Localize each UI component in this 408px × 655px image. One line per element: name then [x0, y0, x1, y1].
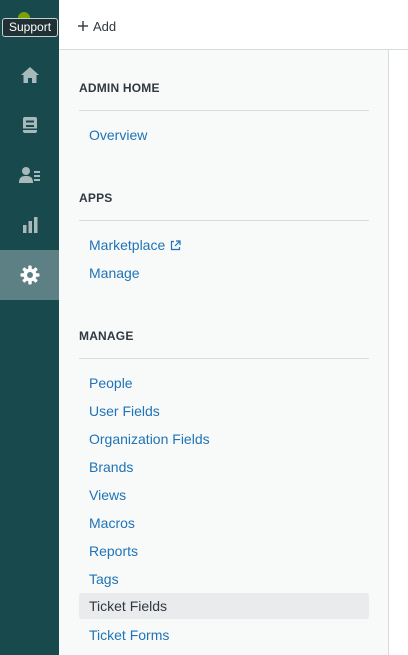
nav-item-marketplace[interactable]: Marketplace — [79, 232, 369, 258]
top-bar: Add — [59, 0, 408, 50]
nav-item-organization-fields[interactable]: Organization Fields — [79, 426, 369, 452]
divider — [79, 358, 369, 359]
admin-nav-panel: ADMIN HOME Overview APPS Marketplace Man… — [59, 50, 389, 655]
nav-item-people[interactable]: People — [79, 370, 369, 396]
section-title-manage: MANAGE — [79, 329, 134, 343]
divider — [79, 220, 369, 221]
support-tooltip: Support — [2, 18, 59, 37]
nav-item-label: Marketplace — [89, 237, 166, 253]
admin-gear-icon — [20, 265, 39, 285]
add-button[interactable]: Add — [78, 16, 116, 36]
rail-home-button[interactable] — [0, 50, 59, 100]
rail-reporting-button[interactable] — [0, 200, 59, 250]
nav-item-brands[interactable]: Brands — [79, 454, 369, 480]
section-title-admin-home: ADMIN HOME — [79, 81, 160, 95]
nav-item-ticket-fields[interactable]: Ticket Fields — [79, 593, 369, 619]
home-icon — [20, 67, 39, 83]
plus-icon — [78, 21, 88, 31]
nav-item-user-fields[interactable]: User Fields — [79, 398, 369, 424]
customers-icon — [18, 167, 40, 183]
content-area — [389, 50, 408, 655]
product-rail: Support — [0, 0, 59, 655]
nav-item-reports[interactable]: Reports — [79, 538, 369, 564]
section-title-apps: APPS — [79, 191, 113, 205]
reporting-icon — [22, 217, 37, 233]
divider — [79, 110, 369, 111]
nav-item-overview[interactable]: Overview — [79, 122, 369, 148]
nav-item-views[interactable]: Views — [79, 482, 369, 508]
rail-customers-button[interactable] — [0, 150, 59, 200]
nav-item-manage-apps[interactable]: Manage — [79, 260, 369, 286]
nav-item-ticket-forms[interactable]: Ticket Forms — [79, 622, 369, 648]
rail-views-button[interactable] — [0, 100, 59, 150]
rail-admin-button[interactable] — [0, 250, 59, 300]
nav-item-tags[interactable]: Tags — [79, 566, 369, 592]
external-link-icon — [171, 240, 181, 251]
nav-item-macros[interactable]: Macros — [79, 510, 369, 536]
views-icon — [22, 117, 37, 133]
add-label: Add — [93, 18, 117, 34]
